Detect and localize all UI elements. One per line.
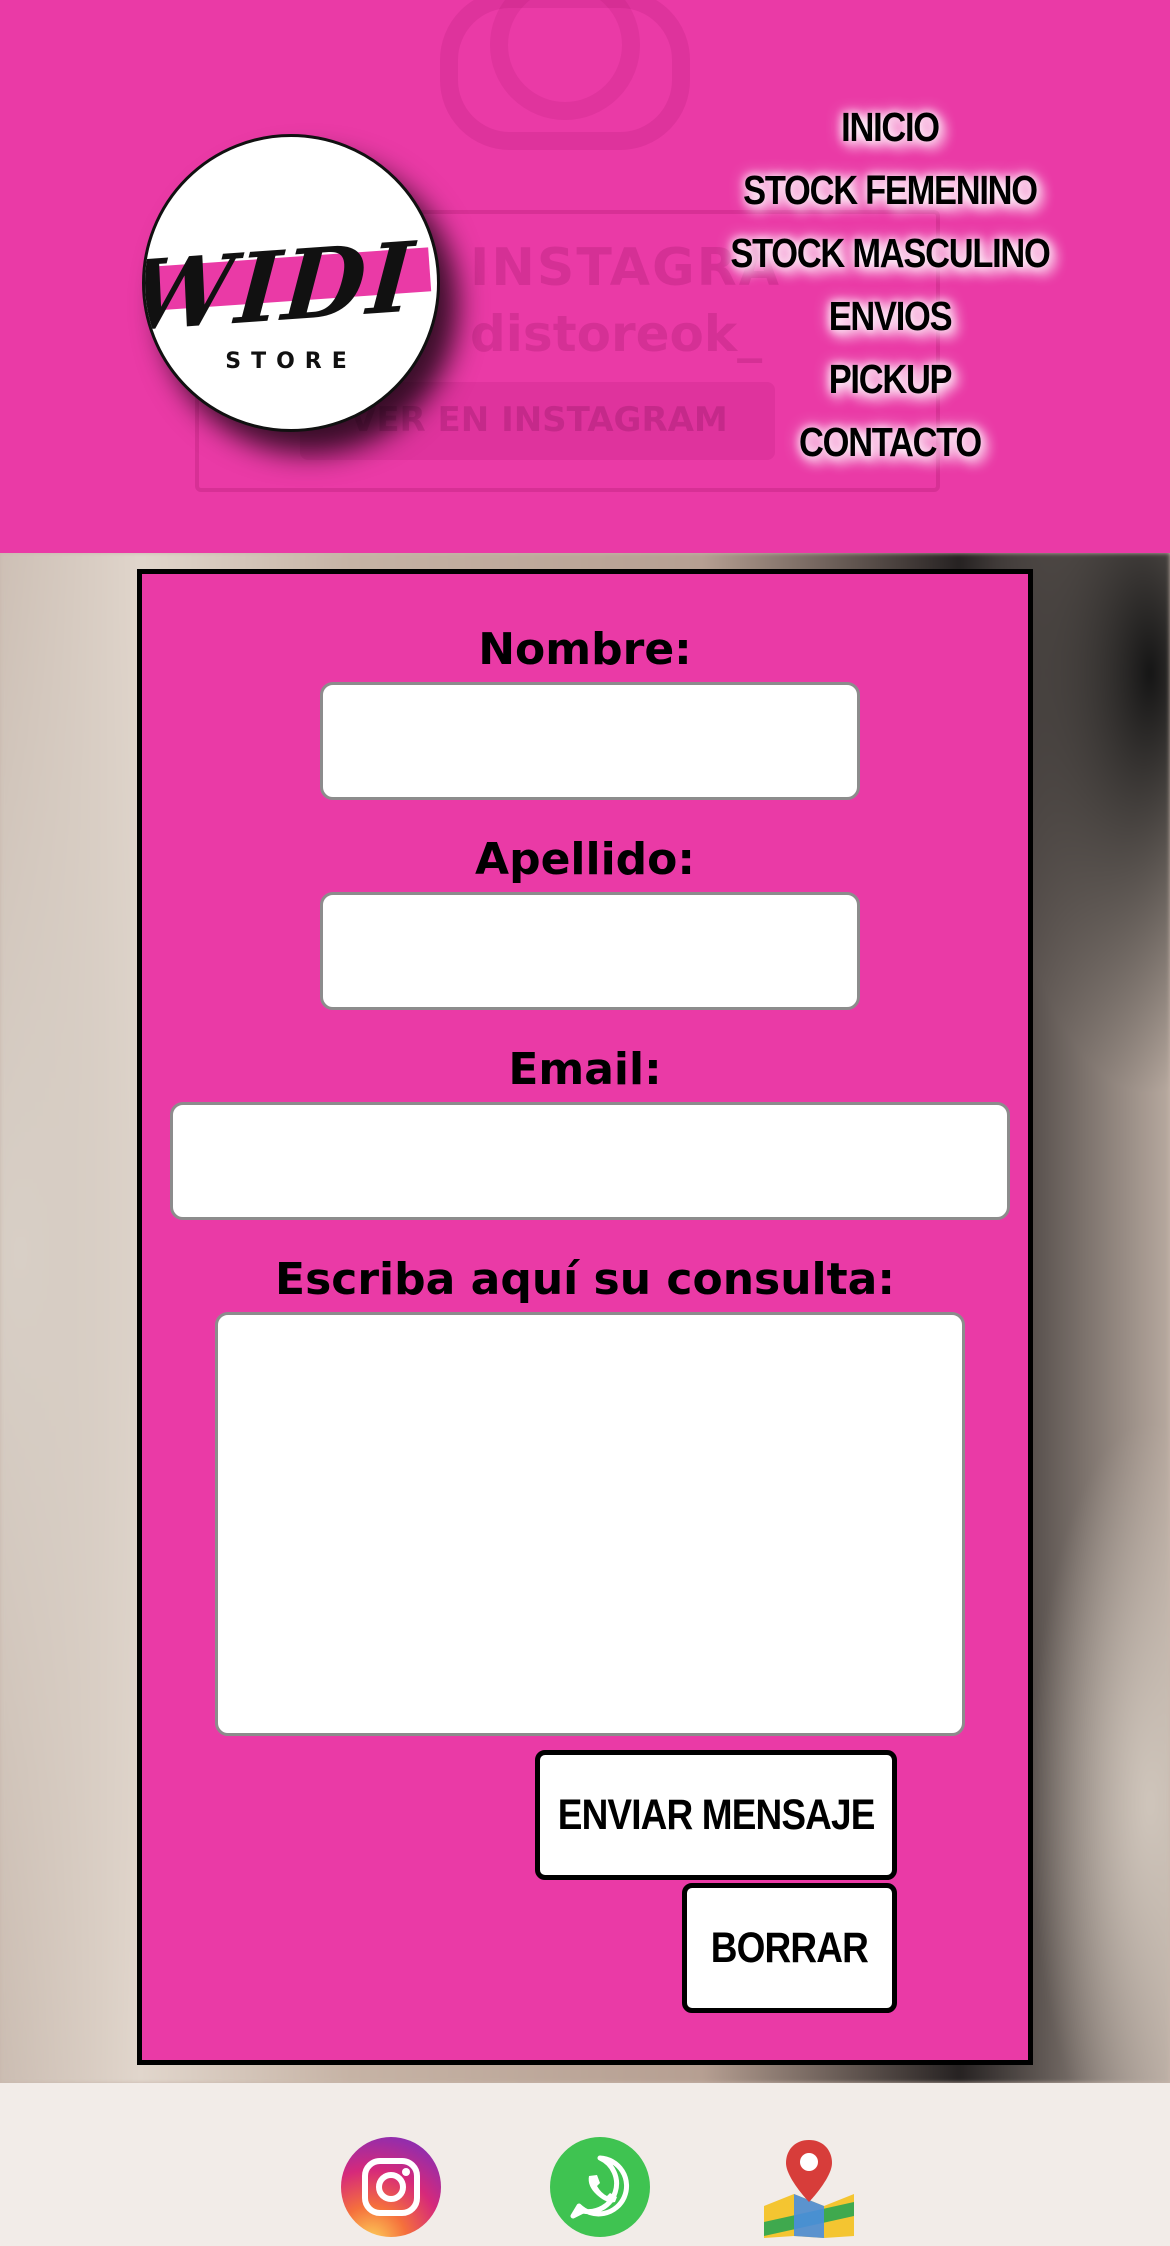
contact-form: Nombre: Apellido: Email: Escriba aquí su… [137, 569, 1033, 2065]
nav-item-stock-masculino[interactable]: STOCK MASCULINO [722, 222, 1058, 285]
maps-icon[interactable] [758, 2136, 860, 2238]
apellido-label: Apellido: [475, 834, 695, 885]
whatsapp-icon[interactable] [549, 2136, 651, 2238]
nav-item-envios[interactable]: ENVIOS [722, 285, 1058, 348]
email-label: Email: [508, 1044, 662, 1095]
site-footer [0, 2083, 1170, 2246]
site-header: INSTAGRA distoreok_ VER EN INSTAGRAM WID… [0, 0, 1170, 553]
consulta-label: Escriba aquí su consulta: [275, 1254, 895, 1305]
contact-section: Nombre: Apellido: Email: Escriba aquí su… [0, 553, 1170, 2083]
nombre-label: Nombre: [478, 624, 692, 675]
consulta-textarea[interactable] [215, 1312, 965, 1736]
instagram-icon[interactable] [340, 2136, 442, 2238]
reset-label: BORRAR [710, 1923, 869, 1972]
nav-item-pickup[interactable]: PICKUP [722, 348, 1058, 411]
logo-store-text: STORE [225, 349, 357, 374]
send-message-label: ENVIAR MENSAJE [557, 1790, 876, 1839]
email-input[interactable] [170, 1102, 1010, 1220]
nav-item-stock-femenino[interactable]: STOCK FEMENINO [722, 159, 1058, 222]
widi-store-logo[interactable]: WIDI STORE [142, 134, 440, 432]
nav-item-contacto[interactable]: CONTACTO [722, 411, 1058, 474]
apellido-input[interactable] [320, 892, 860, 1010]
send-message-button[interactable]: ENVIAR MENSAJE [535, 1750, 897, 1880]
nombre-input[interactable] [320, 682, 860, 800]
main-nav: INICIO STOCK FEMENINO STOCK MASCULINO EN… [690, 96, 1090, 474]
nav-item-inicio[interactable]: INICIO [722, 96, 1058, 159]
reset-button[interactable]: BORRAR [682, 1883, 897, 2013]
logo-brand-text: WIDI [145, 219, 420, 353]
